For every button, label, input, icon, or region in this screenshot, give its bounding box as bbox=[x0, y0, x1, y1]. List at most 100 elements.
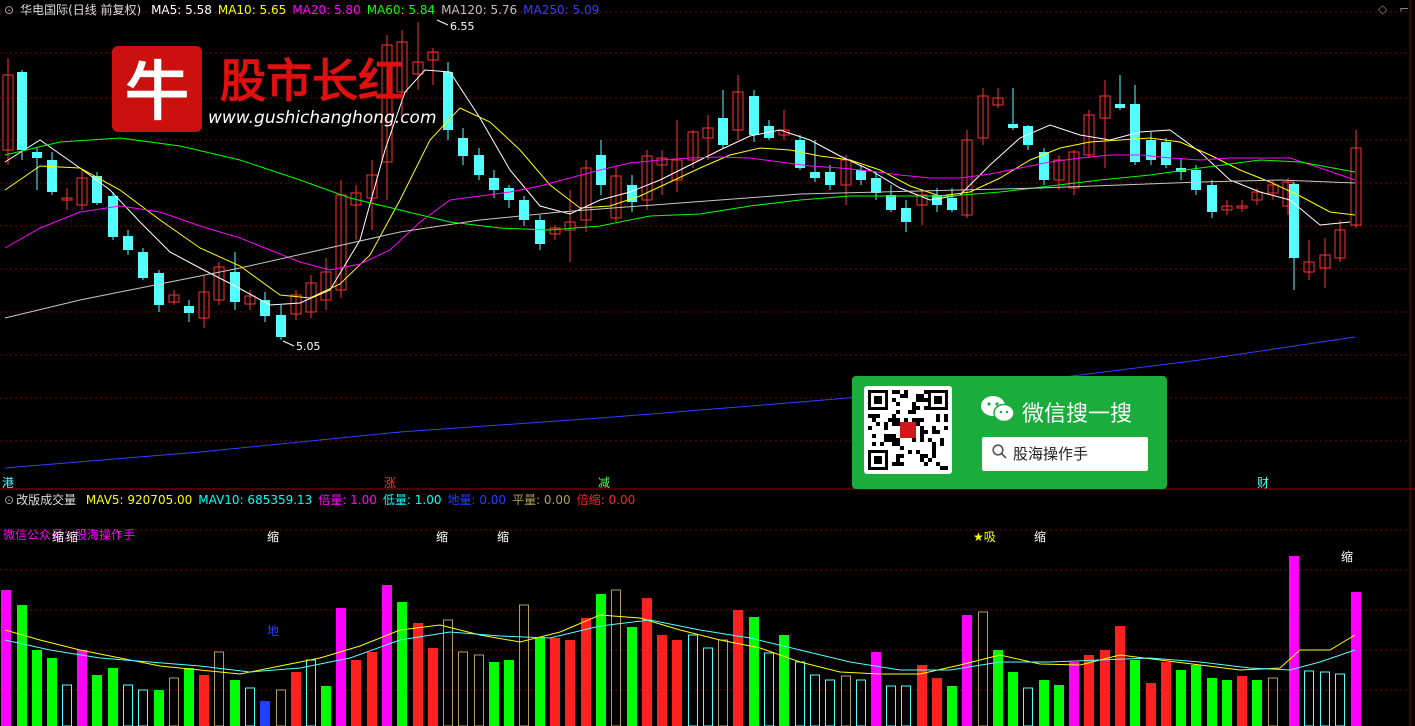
qr-module bbox=[924, 390, 928, 394]
qr-module bbox=[892, 398, 896, 402]
volume-bar bbox=[199, 675, 209, 726]
minimize-icon[interactable]: ⌐ bbox=[1399, 2, 1409, 16]
qr-module bbox=[872, 418, 876, 422]
qr-module bbox=[896, 462, 900, 466]
ma-legend-item: MA10: 5.65 bbox=[217, 3, 287, 17]
volume-bar bbox=[1237, 676, 1247, 726]
volume-bar bbox=[810, 674, 820, 726]
volume-bar bbox=[749, 617, 759, 726]
qr-module bbox=[872, 434, 876, 438]
low-price-label: 5.05 bbox=[296, 340, 321, 353]
candle-body bbox=[17, 72, 27, 150]
volume-bar bbox=[443, 619, 453, 726]
stock-title: 华电国际(日线 前复权) bbox=[20, 3, 142, 17]
shrink-tag: 缩 bbox=[267, 530, 280, 544]
ma20-line bbox=[4, 154, 1356, 271]
wechat-search-box[interactable]: 股海操作手 bbox=[982, 437, 1148, 471]
ma-legend-item: MA250: 5.09 bbox=[523, 3, 600, 17]
event-marker-finance[interactable]: 财 bbox=[1257, 474, 1269, 491]
event-marker-hk[interactable]: 港 bbox=[2, 474, 14, 491]
qr-module bbox=[884, 422, 888, 426]
collapse-icon[interactable]: ⊙ bbox=[4, 3, 14, 17]
qr-module bbox=[924, 398, 928, 402]
volume-bar bbox=[825, 679, 835, 726]
volume-bar bbox=[1039, 680, 1049, 726]
volume-legend-item: 地量: 0.00 bbox=[447, 493, 507, 507]
volume-bar bbox=[1351, 592, 1361, 726]
qr-module bbox=[892, 418, 896, 422]
qr-module bbox=[892, 442, 896, 446]
wechat-icon bbox=[981, 396, 1015, 423]
qr-module bbox=[892, 414, 896, 418]
qr-finder bbox=[934, 396, 942, 404]
qr-module bbox=[876, 414, 880, 418]
qr-module bbox=[896, 390, 900, 394]
qr-module bbox=[920, 454, 924, 458]
volume-bar bbox=[214, 651, 224, 726]
shrink-tag: 缩 bbox=[66, 530, 79, 544]
qr-finder bbox=[874, 396, 882, 404]
volume-bar bbox=[978, 611, 988, 726]
qr-module bbox=[912, 438, 916, 442]
volume-chart[interactable] bbox=[0, 490, 1415, 726]
qr-code bbox=[864, 386, 952, 474]
volume-bar bbox=[657, 635, 667, 726]
qr-module bbox=[888, 418, 892, 422]
wechat-search-text: 股海操作手 bbox=[1013, 445, 1089, 463]
volume-bar bbox=[535, 637, 545, 726]
event-marker-reduce[interactable]: 减 bbox=[598, 474, 610, 491]
qr-module bbox=[868, 426, 872, 430]
volume-bar bbox=[1, 590, 11, 726]
qr-module bbox=[920, 434, 924, 438]
volume-bar bbox=[306, 659, 316, 726]
event-marker-rise[interactable]: 涨 bbox=[384, 474, 396, 491]
qr-module bbox=[924, 406, 928, 410]
qr-module bbox=[900, 454, 904, 458]
shrink-tag: 缩 bbox=[436, 530, 449, 544]
volume-bar bbox=[1100, 650, 1110, 726]
qr-module bbox=[896, 402, 900, 406]
volume-bar bbox=[1146, 683, 1156, 726]
volume-bar bbox=[993, 650, 1003, 726]
qr-module bbox=[896, 454, 900, 458]
volume-bar bbox=[1207, 678, 1217, 726]
ground-tag: 地 bbox=[267, 624, 280, 638]
volume-legend: MAV5: 920705.00 MAV10: 685359.13 倍量: 1.00 低… bbox=[86, 493, 641, 507]
qr-module bbox=[904, 418, 908, 422]
volume-legend-item: 平量: 0.00 bbox=[512, 493, 571, 507]
shrink-tag: 缩 bbox=[1341, 550, 1354, 564]
high-price-label: 6.55 bbox=[450, 20, 475, 33]
watermark-logo: 牛 股市长红 www.gushichanghong.com bbox=[112, 42, 442, 138]
qr-module bbox=[868, 414, 872, 418]
volume-bar bbox=[123, 684, 133, 726]
volume-header: ⊙ 改版成交量 MAV5: 920705.00 MAV10: 685359.13 倍量… bbox=[4, 491, 647, 508]
qr-module bbox=[936, 418, 940, 422]
qr-module bbox=[924, 454, 928, 458]
qr-module bbox=[892, 438, 896, 442]
qr-module bbox=[932, 450, 936, 454]
volume-bar bbox=[1084, 655, 1094, 726]
qr-module bbox=[940, 442, 944, 446]
volume-bar bbox=[1222, 680, 1232, 726]
volume-bar bbox=[17, 605, 27, 726]
qr-module bbox=[872, 414, 876, 418]
volume-bar bbox=[382, 585, 392, 726]
qr-module bbox=[944, 418, 948, 422]
volume-bar bbox=[856, 679, 866, 726]
diamond-icon[interactable]: ◇ bbox=[1378, 2, 1387, 16]
candle-body bbox=[47, 160, 57, 192]
candle-body bbox=[474, 155, 484, 175]
volume-bar bbox=[230, 680, 240, 726]
qr-module bbox=[888, 434, 892, 438]
shrink-tag: 缩 bbox=[497, 530, 510, 544]
wechat-search-card[interactable]: 微信搜一搜 股海操作手 bbox=[852, 376, 1167, 489]
qr-module bbox=[932, 454, 936, 458]
volume-bar bbox=[413, 623, 423, 726]
collapse-icon[interactable]: ⊙ bbox=[4, 493, 14, 507]
qr-module bbox=[912, 410, 916, 414]
candle-body bbox=[1161, 142, 1171, 165]
qr-module bbox=[904, 394, 908, 398]
candle-body bbox=[230, 272, 240, 302]
candle-body bbox=[1146, 140, 1156, 160]
volume-bar bbox=[291, 672, 301, 726]
